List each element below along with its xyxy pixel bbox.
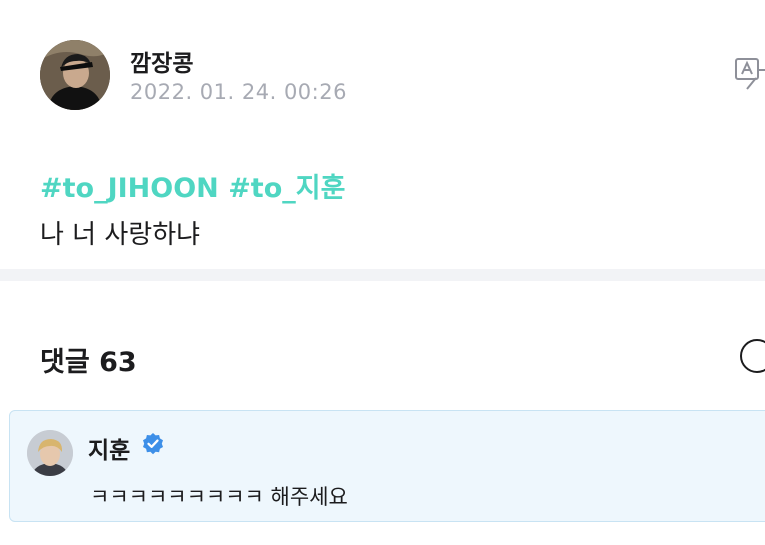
verified-badge-icon	[141, 432, 165, 456]
post-header: 깜장콩 2022. 01. 24. 00:26	[40, 40, 740, 110]
section-divider	[0, 269, 765, 281]
commenter-name[interactable]: 지훈	[88, 431, 130, 465]
post-detail-page: 깜장콩 2022. 01. 24. 00:26 #to_JIHOON #to_지…	[0, 0, 765, 545]
circle-icon[interactable]	[740, 339, 765, 373]
post-text: 나 너 사랑하냐	[40, 220, 201, 250]
comment-text: ㅋㅋㅋㅋㅋㅋㅋㅋㅋ 해주세요	[90, 485, 348, 509]
post-timestamp: 2022. 01. 24. 00:26	[130, 80, 347, 104]
hashtag-link[interactable]: #to_JIHOON	[40, 173, 219, 204]
author-name[interactable]: 깜장콩	[130, 44, 193, 78]
hashtag-link[interactable]: #to_지훈	[228, 173, 345, 204]
commenter-avatar[interactable]	[27, 430, 73, 476]
comment-item[interactable]: 지훈 ㅋㅋㅋㅋㅋㅋㅋㅋㅋ 해주세요	[9, 410, 765, 522]
post-hashtags: #to_JIHOON #to_지훈	[40, 166, 345, 205]
comments-title: 댓글 63	[40, 347, 137, 378]
author-avatar[interactable]	[40, 40, 110, 110]
translate-icon[interactable]	[734, 56, 765, 92]
